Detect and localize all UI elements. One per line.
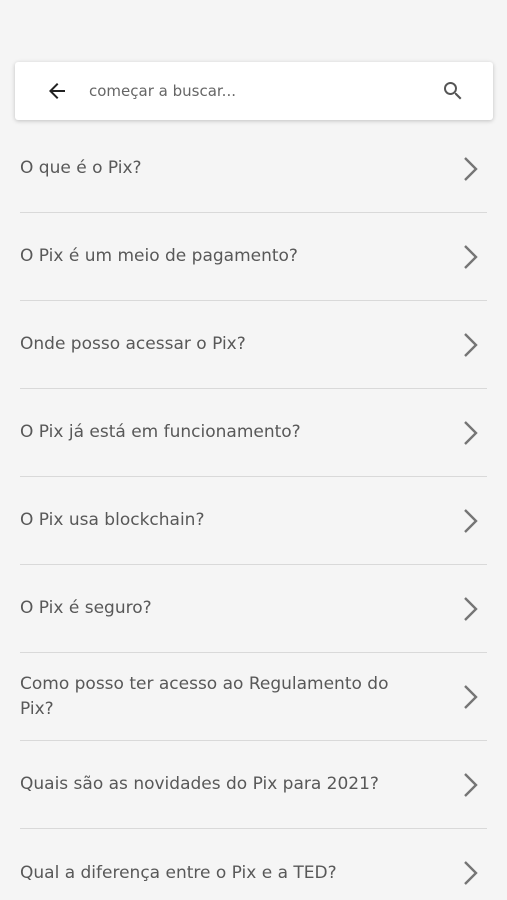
- faq-list: O que é o Pix? O Pix é um meio de pagame…: [20, 125, 487, 900]
- faq-item-label: Onde posso acessar o Pix?: [20, 334, 246, 354]
- magnifier-icon: [444, 82, 462, 100]
- faq-item-label: O Pix é um meio de pagamento?: [20, 246, 298, 266]
- faq-item[interactable]: O Pix é um meio de pagamento?: [20, 213, 487, 301]
- arrow-left-icon: [49, 83, 65, 99]
- faq-item-label: O Pix já está em funcionamento?: [20, 422, 301, 442]
- faq-item[interactable]: Quais são as novidades do Pix para 2021?: [20, 741, 487, 829]
- faq-item[interactable]: Onde posso acessar o Pix?: [20, 301, 487, 389]
- search-button[interactable]: [433, 71, 473, 111]
- faq-item-label: O que é o Pix?: [20, 158, 142, 178]
- faq-item[interactable]: O que é o Pix?: [20, 125, 487, 213]
- chevron-right-icon: [459, 770, 483, 800]
- chevron-right-icon: [459, 682, 483, 712]
- faq-item-label: Qual a diferença entre o Pix e a TED?: [20, 862, 337, 883]
- faq-item-label: O Pix usa blockchain?: [20, 510, 205, 530]
- search-bar: [15, 62, 493, 120]
- faq-item[interactable]: O Pix é seguro?: [20, 565, 487, 653]
- faq-item[interactable]: Como posso ter acesso ao Regulamento do …: [20, 653, 487, 741]
- chevron-right-icon: [459, 506, 483, 536]
- chevron-right-icon: [459, 154, 483, 184]
- chevron-right-icon: [459, 858, 483, 888]
- faq-item-label: Como posso ter acesso ao Regulamento do …: [20, 673, 389, 719]
- chevron-right-icon: [459, 594, 483, 624]
- chevron-right-icon: [459, 330, 483, 360]
- faq-item-label: Quais são as novidades do Pix para 2021?: [20, 774, 379, 794]
- faq-item[interactable]: Qual a diferença entre o Pix e a TED?: [20, 829, 487, 900]
- faq-item-label: O Pix é seguro?: [20, 598, 152, 618]
- chevron-right-icon: [459, 242, 483, 272]
- faq-item[interactable]: O Pix já está em funcionamento?: [20, 389, 487, 477]
- back-button[interactable]: [37, 71, 77, 111]
- search-input[interactable]: [89, 71, 433, 111]
- faq-screen: O que é o Pix? O Pix é um meio de pagame…: [0, 0, 507, 900]
- chevron-right-icon: [459, 418, 483, 448]
- faq-item[interactable]: O Pix usa blockchain?: [20, 477, 487, 565]
